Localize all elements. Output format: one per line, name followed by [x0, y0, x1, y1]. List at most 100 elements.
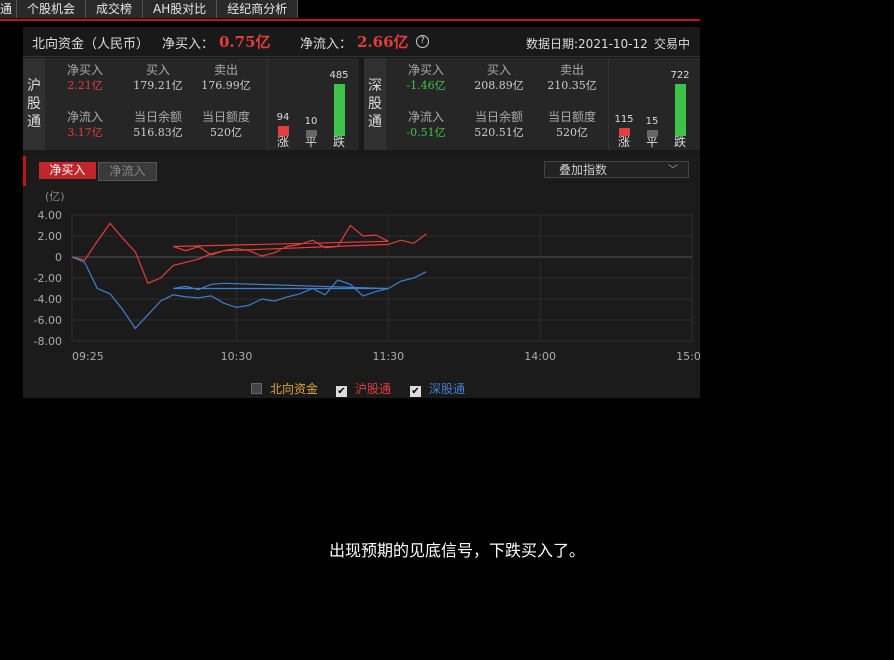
- sh-sell-value: 176.99亿: [201, 79, 251, 92]
- sz-connect-line: [71, 256, 427, 330]
- y-tick-label: -8.00: [34, 335, 62, 348]
- sh-net-inflow-value: 3.17亿: [67, 126, 103, 139]
- sh-net-inflow-label: 净流入: [66, 110, 103, 124]
- legend-sz[interactable]: ✔ 深股通: [410, 380, 465, 397]
- sh-buy-value: 179.21亿: [133, 79, 183, 92]
- sh-sell: 卖出 176.99亿: [191, 62, 261, 94]
- intraday-flow-chart: 4.00 2.00 0 -2.00 -4.00 -6.00 -8.00 09:25 10:30 1…: [34, 190, 700, 363]
- x-tick-label: 15:00: [676, 350, 700, 363]
- sh-up-label: 涨: [276, 135, 289, 149]
- data-date: 数据日期:2021-10-12: [526, 37, 648, 51]
- x-tick-label: 09:25: [72, 350, 104, 363]
- legend-sh[interactable]: ✔ 沪股通: [336, 380, 391, 397]
- sz-balance: 当日余额 520.51亿: [464, 109, 534, 141]
- sh-checkbox[interactable]: ✔: [336, 386, 347, 397]
- sz-connect-label: 深股通: [364, 58, 386, 150]
- trading-status: 交易中: [654, 37, 691, 51]
- sh-quota: 当日额度 520亿: [191, 109, 261, 141]
- sh-buy-label: 买入: [145, 63, 170, 77]
- sz-quota: 当日额度 520亿: [537, 109, 607, 141]
- sh-connect-line: [71, 222, 427, 285]
- sh-down-bar: [334, 84, 345, 136]
- sz-buy: 买入 208.89亿: [464, 62, 534, 94]
- sz-buy-value: 208.89亿: [474, 79, 524, 92]
- sz-net-inflow-value: -0.51亿: [406, 126, 446, 139]
- sh-net-buy-label: 净买入: [66, 63, 103, 77]
- sz-net-inflow-label: 净流入: [407, 110, 444, 124]
- net-inflow-label: 净流入：: [300, 37, 353, 52]
- summary-header: 北向资金（人民币） 净买入： 0.75亿 净流入： 2.66亿 ? 数据日期:2…: [23, 27, 700, 57]
- sh-sell-label: 卖出: [213, 63, 238, 77]
- sz-down-label: 跌: [673, 135, 686, 149]
- y-tick-label: -2.00: [34, 272, 62, 285]
- legend-sh-label: 沪股通: [355, 382, 392, 396]
- sz-up-count: 115: [614, 113, 634, 125]
- tab-bar: 通 个股机会 成交榜 AH股对比 经纪商分析: [0, 0, 299, 19]
- sz-net-buy: 净买入 -1.46亿: [391, 62, 461, 94]
- sz-breadth-bars: 115 涨 15 平 722 跌: [608, 58, 701, 150]
- net-inflow-value: 2.66亿: [357, 33, 409, 51]
- sh-flat-count: 10: [304, 116, 318, 127]
- sh-down-count: 485: [329, 70, 349, 81]
- tab-ah-comparison[interactable]: AH股对比: [143, 0, 218, 18]
- sh-balance-label: 当日余额: [133, 110, 182, 124]
- tab-turnover-ranking[interactable]: 成交榜: [86, 0, 144, 18]
- sh-net-buy: 净买入 2.21亿: [50, 62, 120, 94]
- sh-down-label: 跌: [332, 135, 345, 149]
- y-tick-label: -6.00: [34, 314, 62, 327]
- sh-balance-value: 516.83亿: [133, 126, 183, 139]
- sz-net-buy-value: -1.46亿: [406, 79, 446, 92]
- north-checkbox[interactable]: [251, 383, 262, 394]
- tab-broker-analysis[interactable]: 经纪商分析: [217, 0, 299, 18]
- y-axis-unit-label: (亿): [45, 190, 65, 203]
- sz-net-buy-label: 净买入: [407, 63, 444, 77]
- sz-balance-label: 当日余额: [474, 110, 523, 124]
- flow-chart-area: 净买入 净流入 叠加指数 ﹀ 4.00 2.00 0 -2.00 -4.00 -6.00-…: [23, 156, 700, 398]
- y-tick-label: 2.00: [38, 230, 63, 243]
- sz-down-bar: [675, 84, 686, 136]
- sz-flat-count: 15: [645, 116, 659, 127]
- x-tick-label: 11:30: [372, 350, 404, 363]
- sh-breadth-bars: 94 涨 10 平 485 跌: [267, 58, 360, 150]
- sh-net-buy-value: 2.21亿: [67, 79, 103, 92]
- sh-balance: 当日余额 516.83亿: [123, 109, 193, 141]
- sz-sell: 卖出 210.35亿: [537, 62, 607, 94]
- sh-flat-label: 平: [304, 135, 317, 149]
- x-tick-label: 14:00: [524, 350, 556, 363]
- x-tick-label: 10:30: [221, 350, 253, 363]
- sz-checkbox[interactable]: ✔: [410, 386, 421, 397]
- sh-net-inflow: 净流入 3.17亿: [50, 109, 120, 141]
- caption-text: 出现预期的见底信号，下跌买入了。: [329, 541, 586, 560]
- tab-stock-opportunities[interactable]: 个股机会: [17, 0, 87, 18]
- sh-quota-label: 当日额度: [201, 110, 250, 124]
- sz-down-count: 722: [670, 70, 690, 81]
- panel-title: 北向资金（人民币）: [32, 37, 150, 52]
- net-buy-label: 净买入：: [162, 37, 215, 52]
- legend-north-label: 北向资金: [270, 382, 319, 396]
- sz-quota-label: 当日额度: [547, 110, 596, 124]
- legend-sz-label: 深股通: [429, 382, 466, 396]
- sz-sell-value: 210.35亿: [547, 79, 597, 92]
- net-buy-value: 0.75亿: [219, 33, 271, 51]
- sz-connect-block: 深股通 净买入 -1.46亿 买入 208.89亿 卖出 210.35亿 净流入…: [364, 58, 700, 150]
- help-icon[interactable]: ?: [416, 35, 429, 48]
- sh-connect-label: 沪股通: [23, 58, 45, 150]
- sh-buy: 买入 179.21亿: [123, 62, 193, 94]
- sz-up-label: 涨: [617, 135, 630, 149]
- sh-quota-value: 520亿: [210, 126, 242, 139]
- y-tick-label: 0: [55, 251, 62, 264]
- sz-quota-value: 520亿: [556, 126, 588, 139]
- sz-flat-label: 平: [645, 135, 658, 149]
- sz-net-inflow: 净流入 -0.51亿: [391, 109, 461, 141]
- y-tick-label: -4.00: [34, 293, 62, 306]
- sh-connect-block: 沪股通 净买入 2.21亿 买入 179.21亿 卖出 176.99亿 净流入 …: [23, 58, 359, 150]
- legend-north[interactable]: 北向资金: [251, 380, 318, 397]
- sh-up-count: 94: [276, 111, 290, 123]
- sz-balance-value: 520.51亿: [474, 126, 524, 139]
- y-tick-label: 4.00: [38, 209, 63, 222]
- tab-underline: [0, 19, 700, 21]
- sz-buy-label: 买入: [486, 63, 511, 77]
- tab-connect[interactable]: 通: [0, 0, 18, 18]
- northbound-panel: 北向资金（人民币） 净买入： 0.75亿 净流入： 2.66亿 ? 数据日期:2…: [23, 27, 700, 398]
- sz-sell-label: 卖出: [559, 63, 584, 77]
